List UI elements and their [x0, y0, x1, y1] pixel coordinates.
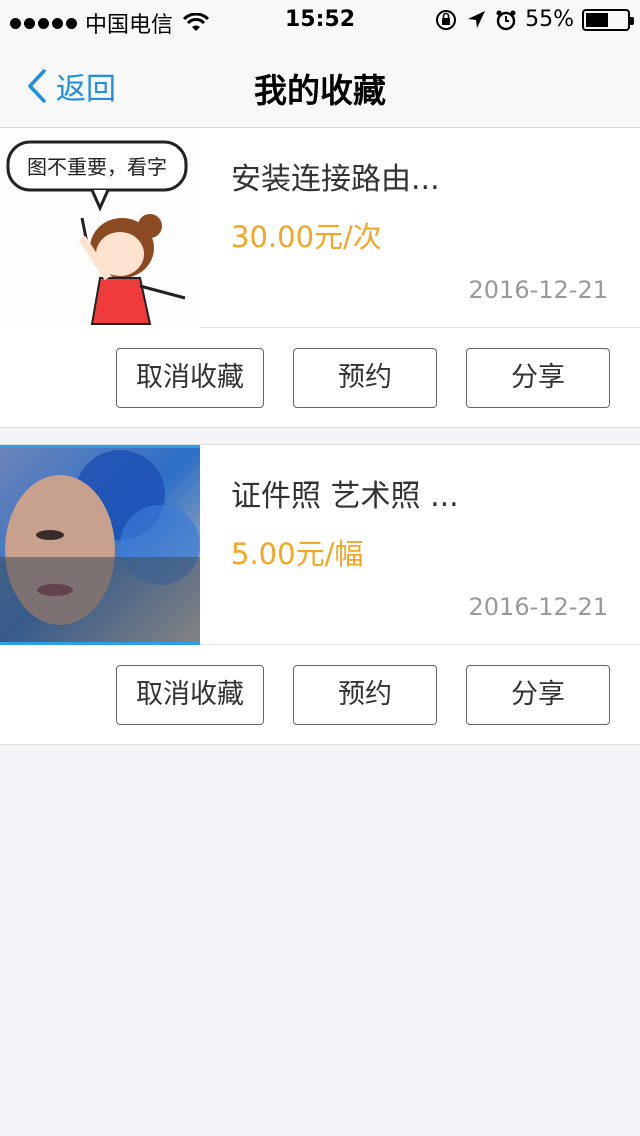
thumbnail-caption: 图不重要，看字	[27, 155, 167, 179]
favorite-title: 证件照 艺术照 ...	[231, 479, 459, 514]
favorite-date: 2016-12-21	[468, 593, 608, 621]
portrait-thumbnail	[0, 445, 200, 645]
status-right: 55%	[435, 7, 634, 32]
portrait-image	[0, 445, 200, 645]
favorite-actions: 取消收藏 预约 分享	[0, 328, 640, 427]
favorite-title: 安装连接路由...	[231, 162, 440, 197]
favorite-date: 2016-12-21	[468, 276, 608, 304]
book-button[interactable]: 预约	[293, 665, 437, 725]
favorite-actions: 取消收藏 预约 分享	[0, 645, 640, 744]
cancel-favorite-button[interactable]: 取消收藏	[116, 665, 264, 725]
favorite-card: 证件照 艺术照 ... 5.00元/幅 2016-12-21 取消收藏 预约 分…	[0, 444, 640, 745]
cartoon-girl-image: 图不重要，看字	[0, 128, 200, 328]
page-title: 我的收藏	[254, 71, 386, 110]
favorite-card: 图不重要，看字 安装连接路由... 30.00元/次 2016-12-21 取消…	[0, 128, 640, 428]
battery-percent: 55%	[525, 7, 574, 32]
favorite-card-body[interactable]: 图不重要，看字 安装连接路由... 30.00元/次 2016-12-21	[0, 128, 640, 328]
share-button[interactable]: 分享	[466, 665, 610, 725]
share-button[interactable]: 分享	[466, 348, 610, 408]
navigation-bar: 返回 我的收藏	[0, 40, 640, 128]
favorite-card-body[interactable]: 证件照 艺术照 ... 5.00元/幅 2016-12-21	[0, 445, 640, 645]
location-arrow-icon	[468, 10, 486, 28]
favorites-list: 图不重要，看字 安装连接路由... 30.00元/次 2016-12-21 取消…	[0, 128, 640, 745]
battery-icon	[582, 8, 634, 31]
cartoon-girl-thumbnail: 图不重要，看字	[0, 128, 200, 328]
cancel-favorite-button[interactable]: 取消收藏	[116, 348, 264, 408]
favorite-price: 5.00元/幅	[231, 537, 364, 571]
orientation-lock-icon	[436, 9, 457, 30]
status-bar: 中国电信 15:52 55%	[0, 0, 640, 40]
book-button[interactable]: 预约	[293, 348, 437, 408]
favorite-price: 30.00元/次	[231, 220, 382, 254]
alarm-icon	[496, 10, 516, 30]
